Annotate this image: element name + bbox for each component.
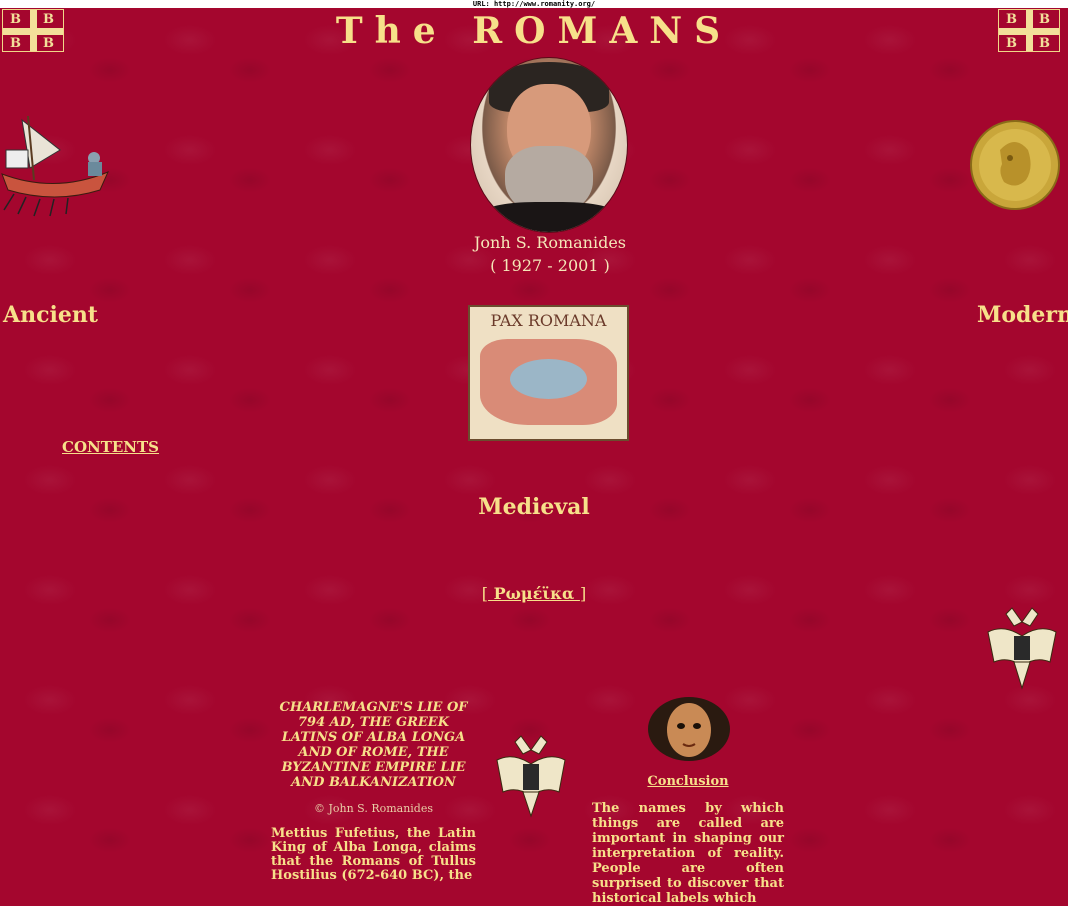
map-title: PAX ROMANA	[490, 311, 607, 330]
portrait-name: Jonh S. Romanides	[473, 233, 627, 252]
article-heading: CHARLEMAGNE'S LIE OF 794 AD, THE GREEK L…	[279, 700, 468, 790]
url-bar: URL: http://www.romanity.org/	[0, 0, 1068, 8]
contents-link[interactable]: CONTENTS	[62, 438, 159, 456]
galley-ship-icon	[0, 110, 112, 218]
conclusion-body: The names by which things are called are…	[592, 801, 784, 906]
ancient-heading: Ancient	[3, 302, 98, 328]
mosaic-face-icon	[647, 696, 731, 762]
romeika-link[interactable]: Ρωμέϊκα	[488, 584, 580, 603]
portrait-years: ( 1927 - 2001 )	[490, 256, 610, 275]
article-body: Mettius Fufetius, the Latin King of Alba…	[271, 826, 476, 883]
conclusion-column: Conclusion The names by which things are…	[592, 774, 784, 906]
page-title: The ROMANS	[335, 10, 733, 52]
gold-coin-icon	[970, 120, 1060, 210]
greek-link-wrapper: [ Ρωμέϊκα ]	[0, 584, 1068, 603]
article-copyright: © John S. Romanides	[313, 802, 434, 815]
portrait-photo	[470, 57, 628, 233]
conclusion-link[interactable]: Conclusion	[647, 774, 728, 789]
medieval-heading: Medieval	[478, 494, 590, 520]
bracket-close: ]	[579, 584, 587, 603]
double-headed-eagle-icon	[984, 602, 1060, 690]
pax-romana-map[interactable]: PAX ROMANA	[468, 305, 629, 441]
double-headed-eagle-icon	[495, 730, 567, 818]
article-column: CHARLEMAGNE'S LIE OF 794 AD, THE GREEK L…	[271, 700, 476, 883]
modern-heading: Modern	[977, 302, 1068, 328]
